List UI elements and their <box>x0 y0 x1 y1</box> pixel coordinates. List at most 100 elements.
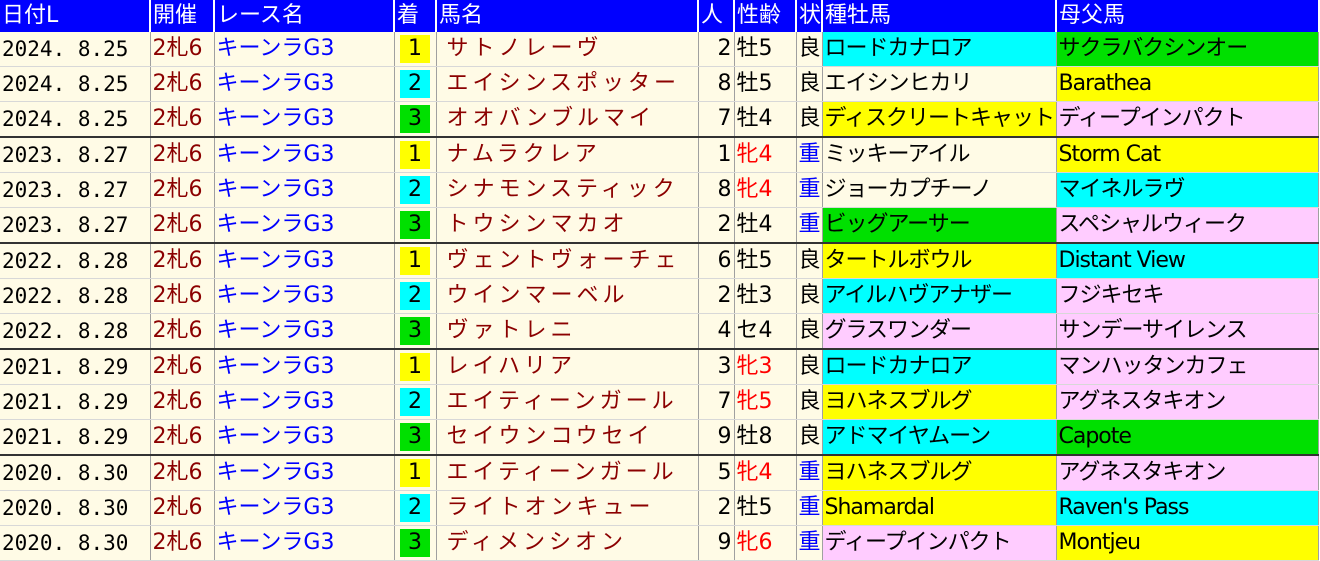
race-date: 2023. 8.27 <box>0 137 151 173</box>
horse-name-link[interactable]: レイハリア <box>436 349 699 385</box>
broodmare-sire-name: サクラバクシンオー <box>1056 32 1319 67</box>
sire-name: ロードカナロア <box>822 32 1057 67</box>
table-row: 2023. 8.27 2札6 キーンラG3 1 ナムラクレア 1 牝4 重ミッキーアイル Sto… <box>0 137 1319 173</box>
race-date: 2024. 8.25 <box>0 101 151 138</box>
race-date: 2024. 8.25 <box>0 66 151 102</box>
race-name-link[interactable]: キーンラG3 <box>214 419 395 456</box>
broodmare-sire-name: Capote <box>1056 419 1319 456</box>
race-name-link[interactable]: キーンラG3 <box>214 207 395 244</box>
race-name-link[interactable]: キーンラG3 <box>214 455 395 491</box>
finish-rank: 1 <box>394 137 437 173</box>
table-row: 2022. 8.28 2札6 キーンラG3 1 ヴェントヴォーチェ 6 牡5 良タートルボウル… <box>0 243 1319 279</box>
table-row: 2022. 8.28 2札6 キーンラG3 3 ヴァトレニ 4 セ4 良グラスワンダー サンデー… <box>0 313 1319 350</box>
race-name-link[interactable]: キーンラG3 <box>214 313 395 350</box>
finish-rank: 3 <box>394 525 437 561</box>
popularity: 2 <box>698 32 735 67</box>
finish-rank: 2 <box>394 66 437 102</box>
horse-name-link[interactable]: ライトオンキュー <box>436 490 699 526</box>
horse-name-link[interactable]: シナモンスティック <box>436 172 699 208</box>
race-name-link[interactable]: キーンラG3 <box>214 349 395 385</box>
table-row: 2024. 8.25 2札6 キーンラG3 1 サトノレーヴ 2 牡5 良ロードカナロア サクラ… <box>0 32 1319 67</box>
header-broodmare-sire[interactable]: 母父馬 <box>1056 0 1318 32</box>
race-venue: 2札6 <box>150 313 215 350</box>
track-condition: 良 <box>796 101 823 138</box>
header-horse[interactable]: 馬名 <box>436 0 699 32</box>
table-row: 2024. 8.25 2札6 キーンラG3 3 オオバンブルマイ 7 牡4 良ディスクリートキ… <box>0 101 1319 138</box>
finish-rank: 3 <box>394 207 437 244</box>
sire-name: タートルボウル <box>822 243 1057 279</box>
horse-name-link[interactable]: エイティーンガール <box>436 455 699 491</box>
sire-name: アドマイヤムーン <box>822 419 1057 456</box>
horse-name-link[interactable]: トウシンマカオ <box>436 207 699 244</box>
popularity: 7 <box>698 384 735 420</box>
sex-age: 牝6 <box>734 525 797 561</box>
broodmare-sire-name: サンデーサイレンス <box>1056 313 1319 350</box>
sire-name: ビッグアーサー <box>822 207 1057 244</box>
header-race[interactable]: レース名 <box>214 0 395 32</box>
race-name-link[interactable]: キーンラG3 <box>214 243 395 279</box>
race-name-link[interactable]: キーンラG3 <box>214 172 395 208</box>
horse-name-link[interactable]: ヴェントヴォーチェ <box>436 243 699 279</box>
track-condition: 重 <box>796 172 823 208</box>
sire-name: アイルハヴアナザー <box>822 278 1057 314</box>
rank-badge: 2 <box>400 388 430 416</box>
broodmare-sire-name: Barathea <box>1056 66 1319 102</box>
race-date: 2022. 8.28 <box>0 278 151 314</box>
table-row: 2022. 8.28 2札6 キーンラG3 2 ウインマーベル 2 牡3 良アイルハヴアナザー… <box>0 278 1319 314</box>
broodmare-sire-name: フジキセキ <box>1056 278 1319 314</box>
race-date: 2022. 8.28 <box>0 313 151 350</box>
sex-age: 牡4 <box>734 101 797 138</box>
horse-name-link[interactable]: オオバンブルマイ <box>436 101 699 138</box>
horse-name-link[interactable]: ディメンシオン <box>436 525 699 561</box>
rank-badge: 1 <box>400 459 430 487</box>
sex-age: 牡8 <box>734 419 797 456</box>
header-track[interactable]: 状 <box>796 0 823 32</box>
header-rank[interactable]: 着 <box>394 0 437 32</box>
race-venue: 2札6 <box>150 455 215 491</box>
horse-name-link[interactable]: エイティーンガール <box>436 384 699 420</box>
rank-badge: 3 <box>400 529 430 557</box>
horse-name-link[interactable]: ヴァトレニ <box>436 313 699 350</box>
broodmare-sire-name: アグネスタキオン <box>1056 384 1319 420</box>
horse-name-link[interactable]: エイシンスポッター <box>436 66 699 102</box>
header-popularity[interactable]: 人 <box>698 0 735 32</box>
race-name-link[interactable]: キーンラG3 <box>214 278 395 314</box>
sire-name: ミッキーアイル <box>822 137 1057 173</box>
broodmare-sire-name: ディープインパクト <box>1056 101 1319 138</box>
horse-name-link[interactable]: ナムラクレア <box>436 137 699 173</box>
rank-badge: 3 <box>400 211 430 239</box>
rank-badge: 1 <box>400 353 430 381</box>
race-results-table: 日付L 開催 レース名 着 馬名 人 性齢 状 種牡馬 母父馬 2024. 8.… <box>0 0 1319 561</box>
header-date[interactable]: 日付L <box>0 0 151 32</box>
race-venue: 2札6 <box>150 490 215 526</box>
sire-name: グラスワンダー <box>822 313 1057 350</box>
header-sex-age[interactable]: 性齢 <box>734 0 797 32</box>
race-name-link[interactable]: キーンラG3 <box>214 384 395 420</box>
horse-name-link[interactable]: サトノレーヴ <box>436 32 699 67</box>
race-name-link[interactable]: キーンラG3 <box>214 490 395 526</box>
broodmare-sire-name: スペシャルウィーク <box>1056 207 1319 244</box>
finish-rank: 1 <box>394 243 437 279</box>
race-name-link[interactable]: キーンラG3 <box>214 137 395 173</box>
race-venue: 2札6 <box>150 243 215 279</box>
horse-name-link[interactable]: ウインマーベル <box>436 278 699 314</box>
rank-badge: 2 <box>400 282 430 310</box>
finish-rank: 3 <box>394 419 437 456</box>
table-row: 2023. 8.27 2札6 キーンラG3 2 シナモンスティック 8 牝4 重ジョーカプチー… <box>0 172 1319 208</box>
popularity: 4 <box>698 313 735 350</box>
header-sire[interactable]: 種牡馬 <box>822 0 1057 32</box>
race-name-link[interactable]: キーンラG3 <box>214 525 395 561</box>
track-condition: 良 <box>796 278 823 314</box>
track-condition: 良 <box>796 66 823 102</box>
sire-name: ロードカナロア <box>822 349 1057 385</box>
track-condition: 良 <box>796 243 823 279</box>
rank-badge: 3 <box>400 317 430 345</box>
header-venue[interactable]: 開催 <box>150 0 215 32</box>
race-name-link[interactable]: キーンラG3 <box>214 101 395 138</box>
race-name-link[interactable]: キーンラG3 <box>214 32 395 67</box>
track-condition: 良 <box>796 419 823 456</box>
race-name-link[interactable]: キーンラG3 <box>214 66 395 102</box>
horse-name-link[interactable]: セイウンコウセイ <box>436 419 699 456</box>
sex-age: 牝5 <box>734 384 797 420</box>
sire-name: ヨハネスブルグ <box>822 384 1057 420</box>
